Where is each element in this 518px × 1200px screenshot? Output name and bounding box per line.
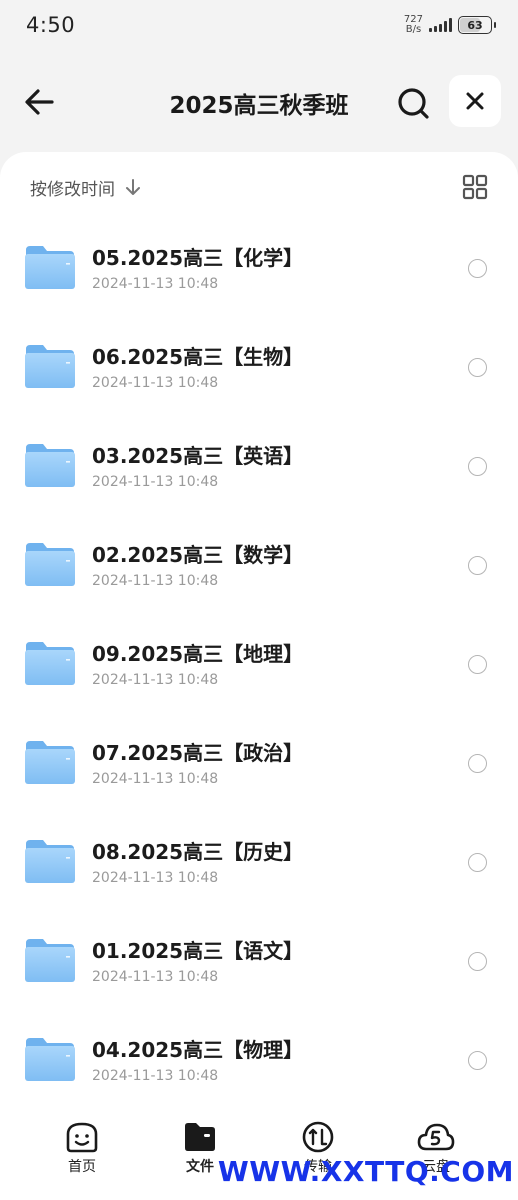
file-list: 05.2025高三【化学】 2024-11-13 10:48 06.2025高三【生… [0,214,518,1105]
folder-icon [25,345,75,388]
header: 2025高三秋季班 [0,72,518,130]
file-date: 2024-11-13 10:48 [92,276,219,292]
nav-label-home: 首页 [68,1159,96,1175]
file-name: 06.2025高三【生物】 [92,345,304,369]
close-icon [466,92,484,110]
file-row[interactable]: 08.2025高三【历史】 2024-11-13 10:48 [0,808,518,907]
file-row[interactable]: 04.2025高三【物理】 2024-11-13 10:48 [0,1006,518,1105]
file-date: 2024-11-13 10:48 [92,375,219,391]
select-radio[interactable] [468,358,487,377]
file-date: 2024-11-13 10:48 [92,474,219,490]
cloud-icon [417,1123,455,1151]
file-row[interactable]: 05.2025高三【化学】 2024-11-13 10:48 [0,214,518,313]
bottom-nav: 首页 文件 传输 云盘 WWW.XXTTQ.COM [0,1104,518,1200]
battery-level: 63 [467,18,483,32]
network-speed-unit: B/s [405,24,422,35]
select-radio[interactable] [468,259,487,278]
grid-view-button[interactable] [462,174,488,200]
file-name: 03.2025高三【英语】 [92,444,304,468]
sort-label: 按修改时间 [30,179,115,200]
arrow-down-icon [126,179,140,195]
folder-icon [25,939,75,982]
folder-icon [25,543,75,586]
transfer-icon [302,1121,334,1153]
file-name: 08.2025高三【历史】 [92,840,304,864]
home-face-icon [66,1122,98,1153]
grid-view-icon [462,174,488,200]
page-title: 2025高三秋季班 [169,93,349,119]
file-row[interactable]: 01.2025高三【语文】 2024-11-13 10:48 [0,907,518,1006]
folder-icon [25,741,75,784]
select-radio[interactable] [468,1051,487,1070]
file-name: 05.2025高三【化学】 [92,246,304,270]
select-radio[interactable] [468,754,487,773]
file-row[interactable]: 09.2025高三【地理】 2024-11-13 10:48 [0,610,518,709]
close-button[interactable] [449,75,501,127]
search-icon [398,88,429,119]
search-button[interactable] [394,84,432,122]
file-name: 04.2025高三【物理】 [92,1038,304,1062]
folder-icon [25,246,75,289]
file-date: 2024-11-13 10:48 [92,672,219,688]
select-radio[interactable] [468,655,487,674]
file-row[interactable]: 02.2025高三【数学】 2024-11-13 10:48 [0,511,518,610]
watermark: WWW.XXTTQ.COM [217,1155,514,1188]
status-time: 4:50 [26,13,76,37]
battery-icon: 63 [458,16,496,34]
file-date: 2024-11-13 10:48 [92,969,219,985]
file-panel: 按修改时间 05.2025高三【化学】 2024-11-13 10:48 06.20… [0,152,518,1200]
folder-icon [25,444,75,487]
select-radio[interactable] [468,952,487,971]
file-date: 2024-11-13 10:48 [92,771,219,787]
nav-item-home[interactable]: 首页 [52,1120,112,1176]
status-indicators: 727 B/s 63 [404,15,496,35]
file-name: 01.2025高三【语文】 [92,939,304,963]
select-radio[interactable] [468,853,487,872]
file-row[interactable]: 03.2025高三【英语】 2024-11-13 10:48 [0,412,518,511]
signal-icon [429,18,452,32]
sort-bar: 按修改时间 [30,174,488,200]
folder-icon [25,840,75,883]
folder-icon [25,642,75,685]
sort-button[interactable]: 按修改时间 [30,175,141,200]
file-name: 09.2025高三【地理】 [92,642,304,666]
status-bar: 4:50 727 B/s 63 [0,0,518,50]
file-name: 02.2025高三【数学】 [92,543,304,567]
file-date: 2024-11-13 10:48 [92,870,219,886]
select-radio[interactable] [468,457,487,476]
file-row[interactable]: 06.2025高三【生物】 2024-11-13 10:48 [0,313,518,412]
file-row[interactable]: 07.2025高三【政治】 2024-11-13 10:48 [0,709,518,808]
file-date: 2024-11-13 10:48 [92,1068,219,1084]
network-speed: 727 B/s [404,15,423,35]
file-name: 07.2025高三【政治】 [92,741,304,765]
file-date: 2024-11-13 10:48 [92,573,219,589]
select-radio[interactable] [468,556,487,575]
folder-icon [185,1123,215,1151]
folder-icon [25,1038,75,1081]
